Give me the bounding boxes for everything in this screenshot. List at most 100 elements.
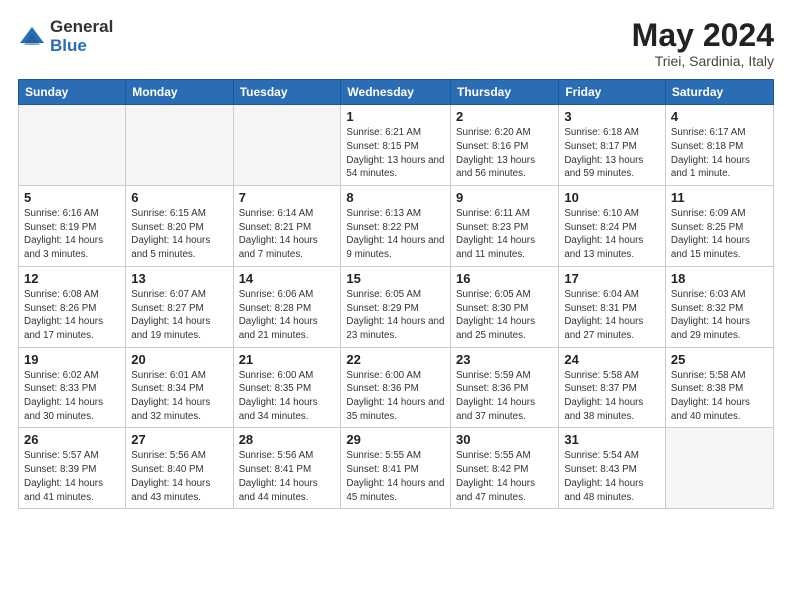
day-number: 5 [24, 190, 120, 205]
table-row [233, 105, 341, 186]
day-number: 28 [239, 432, 336, 447]
table-row: 4Sunrise: 6:17 AM Sunset: 8:18 PM Daylig… [665, 105, 773, 186]
day-info: Sunrise: 6:20 AM Sunset: 8:16 PM Dayligh… [456, 126, 553, 181]
calendar-week-row: 12Sunrise: 6:08 AM Sunset: 8:26 PM Dayli… [19, 266, 774, 347]
header-monday: Monday [126, 80, 233, 105]
day-info: Sunrise: 6:00 AM Sunset: 8:36 PM Dayligh… [346, 369, 445, 424]
table-row: 12Sunrise: 6:08 AM Sunset: 8:26 PM Dayli… [19, 266, 126, 347]
table-row: 25 Sunrise: 5:58 AM Sunset: 8:38 PM Dayli… [665, 347, 773, 428]
day-info: Sunrise: 5:56 AM Sunset: 8:40 PM Dayligh… [131, 449, 227, 504]
weekday-header-row: Sunday Monday Tuesday Wednesday Thursday… [19, 80, 774, 105]
day-number: 17 [564, 271, 660, 286]
title-block: May 2024 Triei, Sardinia, Italy [632, 18, 774, 69]
table-row: 8 Sunrise: 6:13 AM Sunset: 8:22 PM Daylig… [341, 186, 451, 267]
day-number: 18 [671, 271, 768, 286]
table-row: 16 Sunrise: 6:05 AM Sunset: 8:30 PM Dayli… [451, 266, 559, 347]
table-row: 5 Sunrise: 6:16 AM Sunset: 8:19 PM Daylig… [19, 186, 126, 267]
day-info: Sunrise: 6:05 AM Sunset: 8:30 PM Dayligh… [456, 288, 553, 343]
day-number: 30 [456, 432, 553, 447]
day-number: 7 [239, 190, 336, 205]
logo-general: General [50, 18, 113, 37]
table-row [19, 105, 126, 186]
day-info: Sunrise: 5:54 AM Sunset: 8:43 PM Dayligh… [564, 449, 660, 504]
day-number: 22 [346, 352, 445, 367]
day-number: 1 [346, 109, 445, 124]
day-info: Sunrise: 6:15 AM Sunset: 8:20 PM Dayligh… [131, 207, 227, 262]
header-tuesday: Tuesday [233, 80, 341, 105]
table-row: 7 Sunrise: 6:14 AM Sunset: 8:21 PM Daylig… [233, 186, 341, 267]
day-number: 29 [346, 432, 445, 447]
day-info: Sunrise: 5:55 AM Sunset: 8:42 PM Dayligh… [456, 449, 553, 504]
day-info: Sunrise: 6:13 AM Sunset: 8:22 PM Dayligh… [346, 207, 445, 262]
table-row: 20Sunrise: 6:01 AM Sunset: 8:34 PM Dayli… [126, 347, 233, 428]
day-info: Sunrise: 6:07 AM Sunset: 8:27 PM Dayligh… [131, 288, 227, 343]
day-info: Sunrise: 6:21 AM Sunset: 8:15 PM Dayligh… [346, 126, 445, 181]
day-number: 6 [131, 190, 227, 205]
table-row: 6 Sunrise: 6:15 AM Sunset: 8:20 PM Daylig… [126, 186, 233, 267]
day-info: Sunrise: 5:58 AM Sunset: 8:38 PM Dayligh… [671, 369, 768, 424]
calendar-week-row: 5 Sunrise: 6:16 AM Sunset: 8:19 PM Daylig… [19, 186, 774, 267]
table-row: 10 Sunrise: 6:10 AM Sunset: 8:24 PM Dayli… [559, 186, 666, 267]
day-info: Sunrise: 6:00 AM Sunset: 8:35 PM Dayligh… [239, 369, 336, 424]
day-number: 16 [456, 271, 553, 286]
table-row: 29 Sunrise: 5:55 AM Sunset: 8:41 PM Dayli… [341, 428, 451, 509]
table-row: 26Sunrise: 5:57 AM Sunset: 8:39 PM Dayli… [19, 428, 126, 509]
page: General Blue May 2024 Triei, Sardinia, I… [0, 0, 792, 612]
table-row: 19 Sunrise: 6:02 AM Sunset: 8:33 PM Dayli… [19, 347, 126, 428]
day-info: Sunrise: 6:02 AM Sunset: 8:33 PM Dayligh… [24, 369, 120, 424]
table-row: 15Sunrise: 6:05 AM Sunset: 8:29 PM Dayli… [341, 266, 451, 347]
calendar-week-row: 26Sunrise: 5:57 AM Sunset: 8:39 PM Dayli… [19, 428, 774, 509]
logo-icon [18, 23, 46, 51]
day-number: 13 [131, 271, 227, 286]
day-info: Sunrise: 5:58 AM Sunset: 8:37 PM Dayligh… [564, 369, 660, 424]
table-row: 11Sunrise: 6:09 AM Sunset: 8:25 PM Dayli… [665, 186, 773, 267]
header-wednesday: Wednesday [341, 80, 451, 105]
table-row: 17 Sunrise: 6:04 AM Sunset: 8:31 PM Dayli… [559, 266, 666, 347]
header: General Blue May 2024 Triei, Sardinia, I… [18, 18, 774, 69]
table-row: 3Sunrise: 6:18 AM Sunset: 8:17 PM Daylig… [559, 105, 666, 186]
table-row: 2 Sunrise: 6:20 AM Sunset: 8:16 PM Daylig… [451, 105, 559, 186]
day-info: Sunrise: 6:08 AM Sunset: 8:26 PM Dayligh… [24, 288, 120, 343]
table-row [665, 428, 773, 509]
table-row: 1 Sunrise: 6:21 AM Sunset: 8:15 PM Daylig… [341, 105, 451, 186]
header-thursday: Thursday [451, 80, 559, 105]
day-number: 14 [239, 271, 336, 286]
day-number: 8 [346, 190, 445, 205]
day-number: 27 [131, 432, 227, 447]
day-info: Sunrise: 6:14 AM Sunset: 8:21 PM Dayligh… [239, 207, 336, 262]
day-info: Sunrise: 5:56 AM Sunset: 8:41 PM Dayligh… [239, 449, 336, 504]
calendar-week-row: 1 Sunrise: 6:21 AM Sunset: 8:15 PM Daylig… [19, 105, 774, 186]
table-row: 30 Sunrise: 5:55 AM Sunset: 8:42 PM Dayli… [451, 428, 559, 509]
day-number: 11 [671, 190, 768, 205]
day-number: 23 [456, 352, 553, 367]
table-row: 24Sunrise: 5:58 AM Sunset: 8:37 PM Dayli… [559, 347, 666, 428]
day-number: 20 [131, 352, 227, 367]
table-row: 22 Sunrise: 6:00 AM Sunset: 8:36 PM Dayli… [341, 347, 451, 428]
table-row: 23Sunrise: 5:59 AM Sunset: 8:36 PM Dayli… [451, 347, 559, 428]
day-info: Sunrise: 5:55 AM Sunset: 8:41 PM Dayligh… [346, 449, 445, 504]
title-location: Triei, Sardinia, Italy [632, 53, 774, 69]
day-number: 25 [671, 352, 768, 367]
day-number: 31 [564, 432, 660, 447]
table-row: 31 Sunrise: 5:54 AM Sunset: 8:43 PM Dayli… [559, 428, 666, 509]
header-friday: Friday [559, 80, 666, 105]
table-row [126, 105, 233, 186]
day-number: 19 [24, 352, 120, 367]
table-row: 9Sunrise: 6:11 AM Sunset: 8:23 PM Daylig… [451, 186, 559, 267]
logo: General Blue [18, 18, 113, 55]
day-number: 15 [346, 271, 445, 286]
day-info: Sunrise: 6:17 AM Sunset: 8:18 PM Dayligh… [671, 126, 768, 181]
day-number: 2 [456, 109, 553, 124]
logo-blue: Blue [50, 37, 113, 56]
table-row: 13 Sunrise: 6:07 AM Sunset: 8:27 PM Dayli… [126, 266, 233, 347]
day-number: 26 [24, 432, 120, 447]
header-sunday: Sunday [19, 80, 126, 105]
logo-text: General Blue [50, 18, 113, 55]
day-info: Sunrise: 6:04 AM Sunset: 8:31 PM Dayligh… [564, 288, 660, 343]
day-info: Sunrise: 6:10 AM Sunset: 8:24 PM Dayligh… [564, 207, 660, 262]
table-row: 18 Sunrise: 6:03 AM Sunset: 8:32 PM Dayli… [665, 266, 773, 347]
day-number: 3 [564, 109, 660, 124]
day-number: 10 [564, 190, 660, 205]
day-info: Sunrise: 6:16 AM Sunset: 8:19 PM Dayligh… [24, 207, 120, 262]
day-info: Sunrise: 6:03 AM Sunset: 8:32 PM Dayligh… [671, 288, 768, 343]
